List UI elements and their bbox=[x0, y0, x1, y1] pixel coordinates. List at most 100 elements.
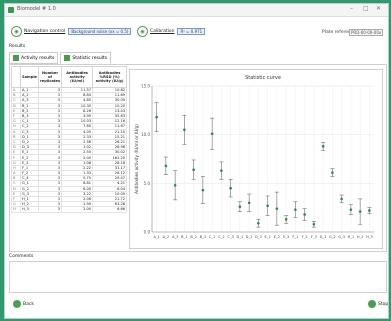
stop-button[interactable]: Stop bbox=[368, 300, 388, 308]
x-tick-label: A_3 bbox=[172, 235, 178, 239]
replicates-cell: 3 bbox=[37, 206, 63, 213]
back-icon bbox=[13, 300, 21, 308]
data-point bbox=[183, 128, 186, 132]
x-tick-label: H_3 bbox=[366, 235, 373, 239]
chart-svg: Statistic curve 0.0 5.0 10.0 15.0 Antibodies … bbox=[134, 75, 374, 239]
x-tick-label: F_3 bbox=[311, 235, 317, 239]
data-point bbox=[321, 145, 325, 148]
x-tick-label: H_2 bbox=[357, 235, 364, 239]
col-replicates: Number of replicates bbox=[37, 66, 63, 88]
back-label: Back bbox=[23, 301, 34, 307]
x-tick-label: D_1 bbox=[237, 235, 244, 239]
results-tabs: Activity results Statistic results bbox=[9, 52, 113, 64]
data-point bbox=[368, 209, 371, 212]
col-index bbox=[11, 66, 21, 88]
x-tick-label: E_3 bbox=[283, 235, 289, 239]
table-body: A A_1 3 11.57 10.82 B A_2 3 8.84 11.69 C A_3 3 4.85 30… bbox=[11, 86, 128, 213]
calibration-control[interactable]: ◉ Calibration R² = 0.971 bbox=[137, 26, 206, 37]
data-point bbox=[210, 132, 214, 135]
data-point bbox=[303, 213, 306, 216]
window-title: Biomodel # 1.0 bbox=[17, 6, 56, 12]
power-icon bbox=[368, 300, 376, 308]
app-icon bbox=[8, 7, 14, 13]
col-sample: Sample bbox=[20, 66, 39, 88]
x-tick-label: G_2 bbox=[329, 235, 336, 239]
col-rsd: Antibodies %RSD (%) activity (IU/g) bbox=[92, 66, 128, 88]
comments-field[interactable] bbox=[9, 261, 387, 293]
data-point bbox=[173, 183, 177, 187]
calibration-label: Calibration bbox=[150, 29, 175, 34]
x-tick-label: F_2 bbox=[302, 235, 308, 239]
x-tick-label: B_1 bbox=[181, 235, 187, 239]
navigation-icon: ◉ bbox=[11, 26, 22, 37]
results-label: Results bbox=[9, 44, 26, 49]
statistics-icon bbox=[64, 55, 71, 61]
data-point bbox=[294, 208, 297, 211]
x-tick-label: E_2 bbox=[274, 235, 280, 239]
background-noise-pill: Background noise (xx = 0.5) bbox=[68, 28, 132, 35]
x-tick-label: H_1 bbox=[348, 235, 355, 239]
close-button[interactable]: ✕ bbox=[376, 5, 381, 12]
x-tick-label: B_3 bbox=[200, 235, 206, 239]
y-axis-label: Antibodies activity (IU/ml or IU/g) bbox=[134, 124, 139, 194]
data-point bbox=[266, 204, 269, 208]
comments-label: Comments bbox=[9, 254, 34, 259]
data-point bbox=[201, 188, 205, 192]
rsd-cell: 6.66 bbox=[92, 206, 128, 213]
sample-cell: H_3 bbox=[20, 206, 39, 213]
x-tick-label: G_3 bbox=[338, 235, 345, 239]
data-point bbox=[229, 186, 232, 190]
data-point bbox=[164, 164, 168, 168]
x-tick-label: F_1 bbox=[292, 235, 298, 239]
navigation-control[interactable]: ◉ Navigation control Background noise (x… bbox=[11, 26, 132, 37]
x-tick-label: E_1 bbox=[265, 235, 271, 239]
data-point bbox=[340, 197, 343, 201]
data-point bbox=[247, 201, 251, 205]
statistic-chart: Statistic curve 0.0 5.0 10.0 15.0 Antibodies … bbox=[129, 69, 383, 249]
stop-label: Stop bbox=[378, 301, 389, 307]
x-tick-label: C_2 bbox=[218, 235, 224, 239]
y-tick-label: 0.0 bbox=[144, 230, 151, 235]
table-row[interactable]: H H_3 3 2.00 6.66 bbox=[11, 206, 128, 213]
data-point bbox=[358, 210, 362, 213]
app-window: Biomodel # 1.0 – □ ✕ ◉ Navigation contro… bbox=[4, 3, 389, 319]
title-bar: Biomodel # 1.0 – □ ✕ bbox=[5, 4, 388, 17]
x-tick-label: C_3 bbox=[227, 235, 233, 239]
data-point bbox=[349, 208, 353, 211]
tab-statistic-results[interactable]: Statistic results bbox=[60, 52, 112, 64]
data-point bbox=[257, 221, 260, 225]
x-tick-label: G_1 bbox=[320, 235, 327, 239]
calibration-pill: R² = 0.971 bbox=[177, 28, 206, 35]
data-point bbox=[275, 207, 279, 210]
data-point bbox=[284, 218, 288, 221]
chart-title: Statistic curve bbox=[245, 75, 281, 81]
tab-activity-results[interactable]: Activity results bbox=[9, 52, 59, 64]
x-tick-label: D_3 bbox=[255, 235, 262, 239]
data-point bbox=[220, 169, 223, 172]
y-tick-label: 15.0 bbox=[141, 84, 150, 89]
data-point bbox=[331, 171, 334, 174]
activity-cell: 2.00 bbox=[61, 206, 94, 213]
x-tick-label: A_2 bbox=[163, 235, 169, 239]
plate-reference-field[interactable]: PRD-00-00-00x bbox=[349, 29, 384, 36]
x-tick-label: B_2 bbox=[190, 235, 196, 239]
x-tick-label: A_1 bbox=[153, 235, 159, 239]
back-button[interactable]: Back bbox=[13, 300, 34, 308]
navigation-label: Navigation control bbox=[24, 29, 66, 34]
col-activity: Antibodies activity (IU/ml) bbox=[61, 66, 94, 88]
y-tick-label: 10.0 bbox=[141, 132, 150, 137]
data-point bbox=[238, 205, 242, 208]
minimize-button[interactable]: – bbox=[350, 5, 353, 12]
activity-icon bbox=[13, 55, 19, 61]
row-index: H bbox=[11, 206, 21, 213]
table-header-row: Sample Number of replicates Antibodies a… bbox=[11, 66, 128, 88]
x-tick-label: C_1 bbox=[209, 235, 215, 239]
results-table: Sample Number of replicates Antibodies a… bbox=[11, 66, 128, 213]
maximize-button[interactable]: □ bbox=[363, 5, 369, 12]
results-panel: Sample Number of replicates Antibodies a… bbox=[9, 64, 387, 252]
data-point bbox=[312, 222, 316, 226]
x-tick-label: D_2 bbox=[246, 235, 253, 239]
data-point bbox=[192, 168, 195, 172]
tab-label: Activity results bbox=[21, 55, 55, 61]
tab-label: Statistic results bbox=[72, 55, 108, 61]
